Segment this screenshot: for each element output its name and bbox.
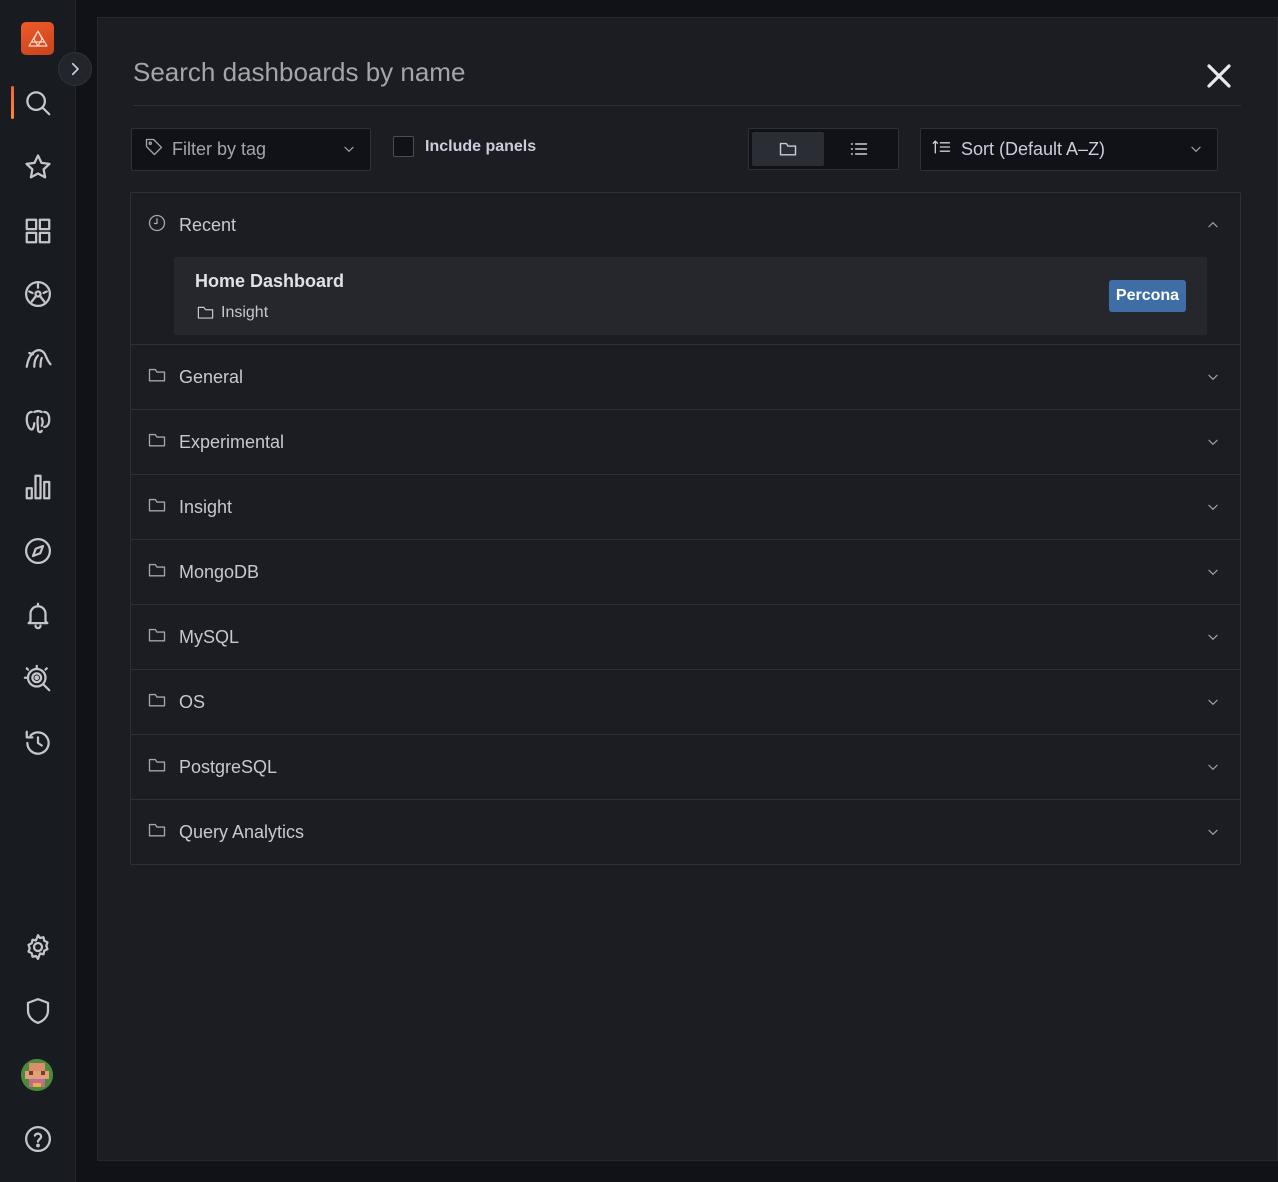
folder-section-header[interactable]: General — [147, 365, 243, 389]
help-icon[interactable] — [18, 1119, 58, 1159]
folder-title: MongoDB — [179, 561, 260, 582]
sidebar — [0, 0, 76, 1182]
chevron-up-icon[interactable] — [1206, 218, 1220, 237]
chevron-down-icon[interactable] — [1206, 695, 1220, 714]
search-input[interactable] — [133, 52, 1133, 92]
view-mode-toggle — [748, 128, 899, 170]
folder-icon — [147, 495, 167, 520]
folder-section[interactable]: OS — [131, 670, 1240, 735]
folder-section[interactable]: General — [131, 345, 1240, 410]
include-panels-checkbox[interactable] — [393, 136, 414, 157]
folder-icon — [147, 625, 167, 650]
folder-list: General Experimental Insight MongoDB MyS… — [131, 345, 1240, 865]
dashboards-icon[interactable] — [18, 211, 58, 251]
dashboard-folder-name: Insight — [221, 303, 269, 321]
folder-icon — [147, 365, 167, 390]
mysql-icon[interactable] — [18, 338, 58, 378]
bell-icon[interactable] — [18, 595, 58, 635]
chevron-down-icon — [1189, 142, 1203, 161]
folder-title: OS — [179, 691, 206, 712]
sort-select[interactable]: Sort (Default A–Z) — [920, 128, 1218, 171]
folder-section-header[interactable]: PostgreSQL — [147, 755, 277, 779]
recent-section-header[interactable]: Recent — [147, 213, 236, 237]
chevron-down-icon[interactable] — [1206, 435, 1220, 454]
folder-section-header[interactable]: OS — [147, 690, 205, 714]
folder-title: General — [179, 366, 244, 387]
close-search-button[interactable] — [1201, 58, 1237, 94]
folder-section-header[interactable]: MySQL — [147, 625, 239, 649]
include-panels-toggle[interactable]: Include panels — [393, 136, 536, 157]
expand-sidebar-button[interactable] — [58, 52, 92, 86]
chevron-down-icon[interactable] — [1206, 760, 1220, 779]
search-icon[interactable] — [18, 83, 58, 123]
tag-icon — [144, 137, 164, 162]
chevron-down-icon[interactable] — [1206, 630, 1220, 649]
folder-title: MySQL — [179, 626, 240, 647]
bar-chart-icon[interactable] — [18, 467, 58, 507]
tag-filter-select[interactable]: Filter by tag — [131, 128, 371, 171]
folder-section-header[interactable]: Experimental — [147, 430, 284, 454]
chevron-down-icon[interactable] — [1206, 565, 1220, 584]
folder-icon — [147, 560, 167, 585]
folder-icon — [147, 820, 167, 845]
list-icon — [851, 143, 868, 155]
folder-title: Insight — [179, 496, 233, 517]
folder-view-button[interactable] — [752, 132, 824, 166]
chevron-down-icon — [342, 142, 356, 161]
folder-section-header[interactable]: MongoDB — [147, 560, 259, 584]
sort-icon — [932, 137, 952, 162]
compass-icon[interactable] — [18, 531, 58, 571]
active-indicator — [11, 86, 14, 119]
search-panel: Filter by tag Include panels Sort (Defau… — [97, 17, 1278, 1161]
folder-icon — [147, 430, 167, 455]
chevron-down-icon[interactable] — [1206, 370, 1220, 389]
folder-icon — [197, 306, 214, 319]
gear-icon[interactable] — [18, 927, 58, 967]
folder-section-header[interactable]: Query Analytics — [147, 820, 304, 844]
percona-logo[interactable] — [21, 22, 54, 55]
folder-section[interactable]: Query Analytics — [131, 800, 1240, 865]
folder-section-header[interactable]: Insight — [147, 495, 232, 519]
postgresql-icon[interactable] — [18, 402, 58, 442]
shield-icon[interactable] — [18, 991, 58, 1031]
chevron-right-icon — [71, 62, 79, 76]
chevron-down-icon[interactable] — [1206, 825, 1220, 844]
tag-filter-label: Filter by tag — [172, 139, 267, 159]
folder-icon — [779, 142, 796, 156]
dashboard-card[interactable]: Home Dashboard Insight Percona — [174, 257, 1207, 335]
history-icon[interactable] — [18, 723, 58, 763]
logo-mark-icon — [27, 29, 48, 47]
query-analytics-icon[interactable] — [18, 659, 58, 699]
close-icon — [1207, 64, 1231, 88]
folder-section[interactable]: MongoDB — [131, 540, 1240, 605]
folder-icon — [147, 690, 167, 715]
folder-section[interactable]: Insight — [131, 475, 1240, 540]
chevron-down-icon[interactable] — [1206, 500, 1220, 519]
folder-title: Query Analytics — [179, 821, 305, 842]
list-view-button[interactable] — [824, 132, 896, 166]
sort-label: Sort (Default A–Z) — [961, 139, 1106, 159]
tag-badge[interactable]: Percona — [1109, 280, 1186, 312]
folder-icon — [147, 755, 167, 780]
folder-section[interactable]: MySQL — [131, 605, 1240, 670]
include-panels-label: Include panels — [425, 137, 537, 155]
search-row — [133, 46, 1241, 106]
folder-section[interactable]: Experimental — [131, 410, 1240, 475]
recent-section: Recent Home Dashboard Insight Percona — [131, 193, 1240, 345]
folder-title: PostgreSQL — [179, 756, 278, 777]
dashboard-name: Home Dashboard — [195, 271, 345, 291]
clock-icon — [147, 213, 167, 238]
dashboard-folder: Insight — [196, 303, 268, 322]
folder-title: Experimental — [179, 431, 285, 452]
search-results: Recent Home Dashboard Insight Percona Ge… — [130, 192, 1241, 865]
folder-section[interactable]: PostgreSQL — [131, 735, 1240, 800]
recent-section-title: Recent — [179, 214, 237, 235]
pmm-dashboard-icon[interactable] — [18, 274, 58, 314]
star-icon[interactable] — [18, 147, 58, 187]
avatar[interactable] — [21, 1059, 53, 1091]
